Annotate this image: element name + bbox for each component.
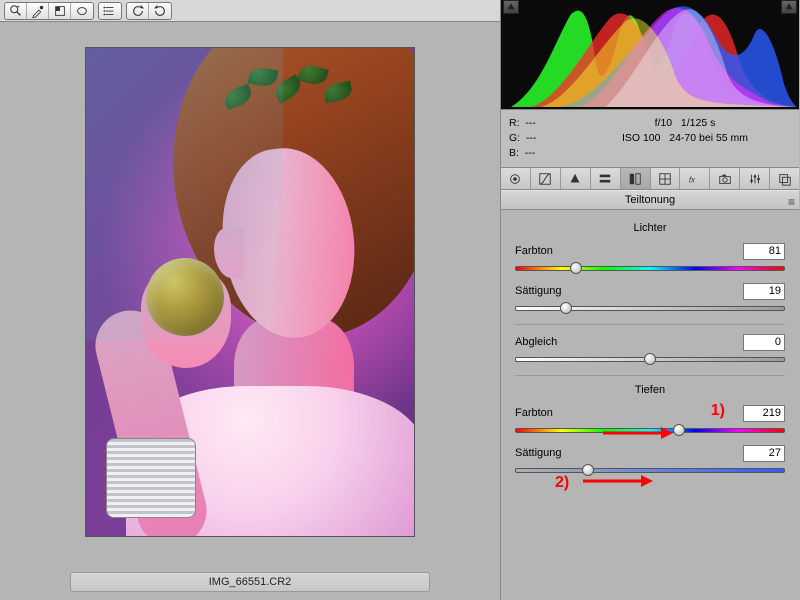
svg-text:+: + xyxy=(16,4,19,10)
shadows-hue-input[interactable] xyxy=(743,405,785,422)
slider-thumb[interactable] xyxy=(570,262,582,274)
highlights-sat-input[interactable] xyxy=(743,283,785,300)
shadows-hue-slider[interactable] xyxy=(515,424,785,436)
tab-detail[interactable] xyxy=(561,168,591,189)
readout-g-value: --- xyxy=(526,132,537,144)
tool-zoom[interactable]: + xyxy=(5,3,27,19)
exif-shutter: 1/125 s xyxy=(681,117,715,129)
tab-basic[interactable] xyxy=(501,168,531,189)
slider-thumb[interactable] xyxy=(560,302,572,314)
tab-snapshots[interactable] xyxy=(770,168,799,189)
panel-title-bar: Teiltonung ≡ xyxy=(501,190,799,210)
tool-crop[interactable] xyxy=(71,3,93,19)
highlights-sat-row: Sättigung xyxy=(515,282,785,314)
tool-rotate-ccw[interactable] xyxy=(127,3,149,19)
tab-curve[interactable] xyxy=(531,168,561,189)
separator xyxy=(515,375,785,376)
highlights-hue-label: Farbton xyxy=(515,245,743,257)
annotation-arrow-2 xyxy=(583,474,653,488)
balance-label: Abgleich xyxy=(515,336,743,348)
highlights-hue-slider[interactable] xyxy=(515,262,785,274)
exif-aperture: f/10 xyxy=(655,117,673,129)
shadows-hue-label: Farbton xyxy=(515,407,743,419)
tab-camera[interactable] xyxy=(710,168,740,189)
shadows-sat-row: Sättigung 2) xyxy=(515,444,785,476)
tool-wb-eyedropper[interactable] xyxy=(27,3,49,19)
shadows-sat-label: Sättigung xyxy=(515,447,743,459)
filename-bar: IMG_66551.CR2 xyxy=(70,572,430,592)
exif-lens: 24-70 bei 55 mm xyxy=(669,132,748,144)
shadow-clip-toggle[interactable] xyxy=(503,0,519,14)
readout-b-value: --- xyxy=(525,147,536,159)
panel-title: Teiltonung xyxy=(625,194,675,206)
balance-row: Abgleich xyxy=(515,333,785,365)
tab-lens[interactable] xyxy=(651,168,681,189)
highlights-sat-slider[interactable] xyxy=(515,302,785,314)
readout-g-label: G: xyxy=(509,132,520,144)
panel-tab-strip: fx xyxy=(501,168,799,190)
tab-hsl[interactable] xyxy=(591,168,621,189)
panel-body: Lichter Farbton Sättigung xyxy=(501,210,799,600)
shadows-sat-input[interactable] xyxy=(743,445,785,462)
tab-fx[interactable]: fx xyxy=(680,168,710,189)
highlights-heading: Lichter xyxy=(515,222,785,234)
toolbar: + xyxy=(0,0,500,22)
annotation-2: 2) xyxy=(555,474,569,492)
image-preview-area[interactable] xyxy=(0,22,500,568)
tool-redeye[interactable] xyxy=(99,3,121,19)
tab-presets[interactable] xyxy=(740,168,770,189)
highlights-hue-row: Farbton xyxy=(515,242,785,274)
highlights-hue-input[interactable] xyxy=(743,243,785,260)
svg-text:fx: fx xyxy=(689,175,696,184)
histogram[interactable] xyxy=(501,0,799,110)
readout-r-label: R: xyxy=(509,117,520,129)
tool-rotate-cw[interactable] xyxy=(149,3,171,19)
readout-r-value: --- xyxy=(525,117,536,129)
shadows-hue-row: Farbton 1) xyxy=(515,404,785,436)
readout-b-label: B: xyxy=(509,147,519,159)
highlights-sat-label: Sättigung xyxy=(515,285,743,297)
metadata-readout: R: --- G: --- B: --- f/10 1/125 s ISO 10… xyxy=(501,110,799,168)
slider-thumb[interactable] xyxy=(644,353,656,365)
tool-color-sampler[interactable] xyxy=(49,3,71,19)
slider-thumb[interactable] xyxy=(673,424,685,436)
balance-slider[interactable] xyxy=(515,353,785,365)
shadows-sat-slider[interactable] xyxy=(515,464,785,476)
tab-split-toning[interactable] xyxy=(621,168,651,189)
shadows-heading: Tiefen xyxy=(515,384,785,396)
slider-thumb[interactable] xyxy=(582,464,594,476)
exif-iso: ISO 100 xyxy=(622,132,661,144)
highlight-clip-toggle[interactable] xyxy=(781,0,797,14)
balance-input[interactable] xyxy=(743,334,785,351)
preview-image[interactable] xyxy=(85,47,415,537)
separator xyxy=(515,324,785,325)
